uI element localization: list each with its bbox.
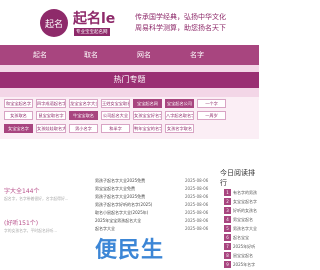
logo-icon[interactable]: 起名 bbox=[40, 9, 68, 37]
hot-topics-title: 热门专题 bbox=[0, 72, 259, 88]
nav-item[interactable]: 名字 bbox=[190, 50, 204, 60]
tag-link[interactable]: 牛宝宝取名 bbox=[69, 111, 98, 120]
main-nav: 起名 取名 网名 名字 bbox=[0, 45, 259, 65]
rank-item[interactable]: 7 2025年好听 bbox=[224, 243, 257, 250]
list-item[interactable]: 男孩子起名字大全2025免费 2025-08-06 bbox=[95, 194, 215, 202]
tag-link[interactable]: 鼠宝宝取名字 bbox=[36, 111, 66, 120]
tag-link[interactable]: 一周岁 bbox=[197, 111, 226, 120]
rank-item[interactable]: 8 鼠宝宝起名 bbox=[224, 252, 257, 259]
tag-link[interactable]: 女孩取名 bbox=[4, 111, 33, 120]
slogan-line-1: 传承国学经典，弘扬中华文化 bbox=[135, 13, 226, 21]
tag-link[interactable]: 八字起名取名字 bbox=[165, 111, 194, 120]
rank-item[interactable]: 6 起名宝宝 bbox=[224, 234, 257, 241]
list-item[interactable]: 2025年宝宝男孩起名大全 2025-08-06 bbox=[95, 218, 215, 226]
nav-item[interactable]: 取名 bbox=[84, 50, 98, 60]
tag-link[interactable]: 鸭年宝宝的名字 bbox=[133, 124, 162, 133]
rank-item[interactable]: 5 男孩名字大全 bbox=[224, 225, 257, 232]
hot-tags: 和宝宝起名字 四字成语起名字 龙宝宝名字大全 王姓女宝宝取名 宝宝起名网 宝宝起… bbox=[0, 97, 259, 139]
nav-item[interactable]: 网名 bbox=[137, 50, 151, 60]
brand-subtitle: 专业宝宝起名网 bbox=[74, 28, 110, 36]
slogan-line-2: 周易科学测算，助您扬名天下 bbox=[135, 24, 226, 32]
article-summary: 字的女孩名字，平时起名好听... bbox=[4, 228, 57, 233]
tag-link[interactable]: 王姓女宝宝取名 bbox=[101, 99, 130, 108]
rank-item[interactable]: 2 女宝宝起名字 bbox=[224, 198, 257, 205]
left-article-list: 字大全144个 起名字，名字带着很好，名字起得好... (好听151个) 字的女… bbox=[0, 186, 86, 270]
tag-link[interactable]: 女孩娃娃取名大全 bbox=[36, 124, 66, 133]
tag-link[interactable]: 一个字 bbox=[197, 99, 226, 108]
tag-link[interactable]: 和半字 bbox=[101, 124, 130, 133]
tag-link[interactable]: 宝宝起名网 bbox=[133, 99, 162, 108]
brand-title[interactable]: 起名le bbox=[73, 8, 115, 28]
site-header: 起名 起名le 专业宝宝起名网 传承国学经典，弘扬中华文化 周易科学测算，助您扬… bbox=[0, 0, 259, 44]
tag-link[interactable]: 龙宝宝名字大全 bbox=[69, 99, 98, 108]
rank-item[interactable]: 9 2025年名字 bbox=[224, 261, 257, 268]
list-item[interactable]: 男孩子起名字大全2025免费 2025-08-06 bbox=[95, 178, 215, 186]
tag-link[interactable]: 宝宝起名公司 bbox=[165, 99, 194, 108]
article-title[interactable]: (好听151个) bbox=[4, 218, 38, 227]
watermark: 便民生 bbox=[95, 238, 165, 263]
rank-item[interactable]: 3 好听的女孩名 bbox=[224, 207, 257, 214]
tag-link[interactable]: 公司起名大全 bbox=[101, 111, 130, 120]
tag-link[interactable]: 和宝宝起名字 bbox=[4, 99, 33, 108]
rank-item[interactable]: 4 男宝宝起名 bbox=[224, 216, 257, 223]
tag-link[interactable]: 女宝宝名字 bbox=[4, 124, 33, 133]
reading-rank-title: 今日阅读排行 bbox=[220, 169, 255, 187]
tag-link[interactable]: 男小名字 bbox=[69, 124, 98, 133]
rank-item[interactable]: 1 有名字的男孩 bbox=[224, 189, 257, 196]
list-item[interactable]: 男宝宝起名字大全免费 2025-08-06 bbox=[95, 186, 215, 194]
list-item[interactable]: 取名小鼠起名字大全(2025年) 2025-08-06 bbox=[95, 210, 215, 218]
tag-link[interactable]: 女孩宝宝好名字 bbox=[133, 111, 162, 120]
article-title[interactable]: 字大全144个 bbox=[4, 186, 39, 195]
article-summary: 起名字，名字带着很好，名字起得好... bbox=[4, 196, 69, 201]
tag-link[interactable]: 四字成语起名字 bbox=[36, 99, 66, 108]
news-list: 男孩子起名字大全2025免费 2025-08-06 男宝宝起名字大全免费 2025-… bbox=[95, 178, 215, 234]
list-item[interactable]: 男孩子起名字好听的名字(2025) 2025-08-06 bbox=[95, 202, 215, 210]
tag-link[interactable]: 女孩名字取名 bbox=[165, 124, 194, 133]
nav-item[interactable]: 起名 bbox=[33, 50, 47, 60]
